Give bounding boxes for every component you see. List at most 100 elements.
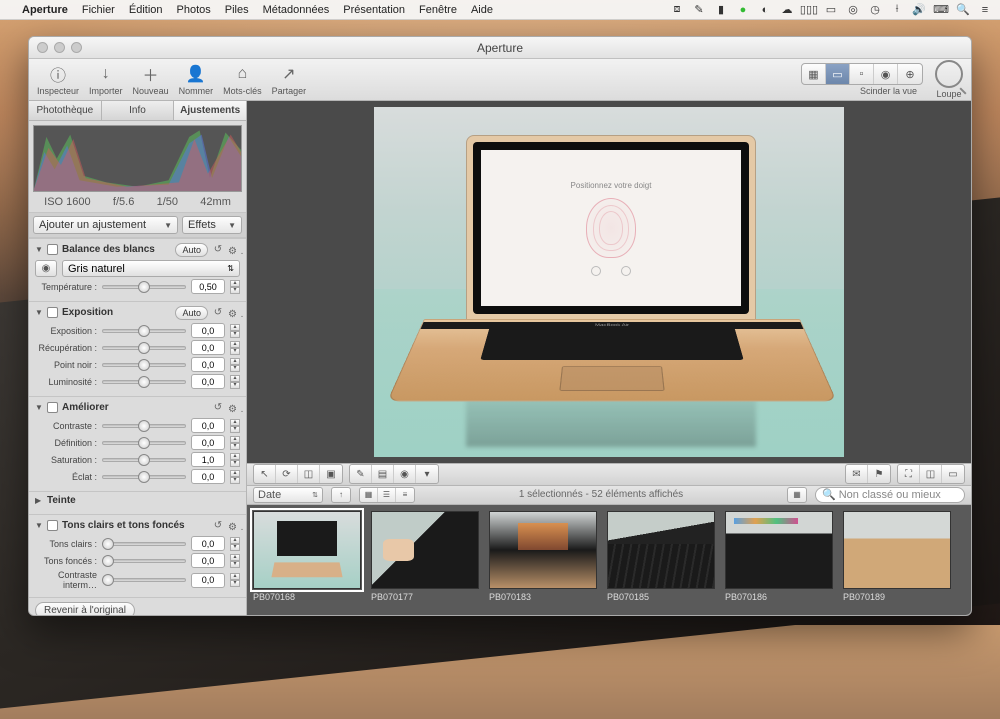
gear-icon[interactable]: ⚙︎﹒ (228, 242, 240, 257)
menu-metadata[interactable]: Métadonnées (263, 4, 330, 16)
slider-value[interactable]: 0,0 (191, 469, 225, 484)
loupe-button[interactable] (935, 60, 963, 88)
crop-tool-icon[interactable]: ▣ (320, 465, 342, 483)
slider[interactable] (102, 329, 186, 333)
slider[interactable] (102, 559, 186, 563)
thumbnail-cell[interactable]: PB070183 (489, 511, 597, 609)
reset-icon[interactable]: ↺ (212, 307, 224, 318)
tool-seg-right1[interactable]: ✉︎ ⚑ (845, 464, 891, 484)
thumbnail-cell[interactable]: PB070189 (843, 511, 951, 609)
stepper[interactable]: ▴▾ (230, 554, 240, 568)
redeye-tool-icon[interactable]: ▤ (372, 465, 394, 483)
slider[interactable] (102, 441, 186, 445)
reset-icon[interactable]: ↺ (212, 244, 224, 255)
bars-icon[interactable]: ▯▯▯ (802, 3, 816, 17)
slider-value[interactable]: 0,0 (191, 323, 225, 338)
stepper[interactable]: ▴▾ (230, 280, 240, 294)
clock-icon[interactable]: ◷ (868, 3, 882, 17)
sort-popup[interactable]: Date⇅ (253, 487, 323, 503)
view-globe-icon[interactable]: ⊕ (898, 64, 922, 84)
view-mode-segmented[interactable]: ▦ ▭ ▫ ◉ ⊕ (801, 63, 923, 85)
close-button[interactable] (37, 42, 48, 53)
pencil-icon[interactable]: ✎ (692, 3, 706, 17)
minimize-button[interactable] (54, 42, 65, 53)
dot-green-icon[interactable]: ● (736, 3, 750, 17)
gear-icon[interactable]: ⚙︎﹒ (228, 305, 240, 320)
stepper[interactable]: ▴▾ (230, 358, 240, 372)
slider[interactable] (102, 346, 186, 350)
sort-direction[interactable]: ↑ (331, 487, 351, 503)
panel-enable-checkbox[interactable] (47, 520, 58, 531)
battery-icon[interactable]: ▮ (714, 3, 728, 17)
sync-icon[interactable]: ◐ (758, 3, 772, 17)
thumbnail-image[interactable] (489, 511, 597, 589)
stepper[interactable]: ▴▾ (230, 537, 240, 551)
notification-icon[interactable]: ≡ (978, 3, 992, 17)
thumbnail-image[interactable] (253, 511, 361, 589)
retouch-tool-icon[interactable]: ◉ (394, 465, 416, 483)
tab-adjustments[interactable]: Ajustements (174, 101, 246, 120)
spotlight-icon[interactable]: 🔍 (956, 3, 970, 17)
straighten-tool-icon[interactable]: ◫ (298, 465, 320, 483)
menu-help[interactable]: Aide (471, 4, 493, 16)
temperature-value[interactable]: 0,50 (191, 279, 225, 294)
slider-value[interactable]: 0,0 (191, 374, 225, 389)
photo-viewer[interactable]: Positionnez votre doigt MacBook Air (247, 101, 971, 463)
import-button[interactable]: ↓Importer (89, 63, 123, 96)
disclosure-icon[interactable]: ▼ (35, 521, 43, 530)
temperature-slider[interactable] (102, 285, 186, 289)
thumbnail-image[interactable] (843, 511, 951, 589)
rating-filter-button[interactable]: ▦ (787, 487, 807, 503)
input-icon[interactable]: ⌨︎ (934, 3, 948, 17)
disclosure-icon[interactable]: ▼ (35, 403, 43, 412)
panel-enable-checkbox[interactable] (47, 244, 58, 255)
disclosure-icon[interactable]: ▼ (35, 245, 43, 254)
rotate-tool-icon[interactable]: ⟳ (276, 465, 298, 483)
thumbnail-image[interactable] (725, 511, 833, 589)
keywords-button[interactable]: ⌂Mots-clés (223, 63, 262, 96)
new-button[interactable]: ＋Nouveau (133, 63, 169, 96)
slider-value[interactable]: 0,0 (191, 357, 225, 372)
brush-tool-icon[interactable]: ✎ (350, 465, 372, 483)
slider-value[interactable]: 0,0 (191, 553, 225, 568)
slider[interactable] (102, 475, 186, 479)
add-adjustment-popup[interactable]: Ajouter un ajustement▼ (33, 216, 178, 234)
tab-library[interactable]: Photothèque (29, 101, 102, 120)
wifi-icon[interactable]: ⟊ (890, 3, 904, 17)
tool-seg-right2[interactable]: ⛶ ◫ ▭ (897, 464, 965, 484)
thumbnail-cell[interactable]: PB070168 (253, 511, 361, 609)
tab-info[interactable]: Info (102, 101, 175, 120)
panel-enable-checkbox[interactable] (47, 307, 58, 318)
menu-window[interactable]: Fenêtre (419, 4, 457, 16)
email-icon[interactable]: ✉︎ (846, 465, 868, 483)
slider[interactable] (102, 363, 186, 367)
thumbnail-cell[interactable]: PB070186 (725, 511, 833, 609)
primary-icon[interactable]: ▭ (942, 465, 964, 483)
menu-edit[interactable]: Édition (129, 4, 163, 16)
view-split-icon[interactable]: ▭ (826, 64, 850, 84)
thumbnail-cell[interactable]: PB070185 (607, 511, 715, 609)
slider-value[interactable]: 0,0 (191, 340, 225, 355)
auto-button[interactable]: Auto (175, 306, 208, 320)
volume-icon[interactable]: 🔊 (912, 3, 926, 17)
thumbnail-browser[interactable]: PB070168 PB070177 PB070183 PB070185 PB07… (247, 505, 971, 615)
thumbnail-image[interactable] (371, 511, 479, 589)
stepper[interactable]: ▴▾ (230, 341, 240, 355)
revert-button[interactable]: Revenir à l'original (35, 602, 135, 615)
menu-file[interactable]: Fichier (82, 4, 115, 16)
filter-search[interactable]: 🔍 Non classé ou mieux (815, 487, 965, 503)
reset-icon[interactable]: ↺ (212, 402, 224, 413)
view-user-icon[interactable]: ◉ (874, 64, 898, 84)
thumbnail-image[interactable] (607, 511, 715, 589)
browser-layout-seg[interactable]: ▦☰≡ (359, 487, 415, 503)
panel-enable-checkbox[interactable] (47, 402, 58, 413)
window-titlebar[interactable]: Aperture (29, 37, 971, 59)
stepper[interactable]: ▴▾ (230, 573, 240, 587)
dropbox-icon[interactable]: ⧈ (670, 3, 684, 17)
slider-value[interactable]: 0,0 (191, 573, 225, 588)
flag-icon[interactable]: ⚑ (868, 465, 890, 483)
gear-icon[interactable]: ⚙︎﹒ (228, 400, 240, 415)
stepper[interactable]: ▴▾ (230, 453, 240, 467)
eyedropper-button[interactable]: ◉ (35, 260, 57, 277)
menu-view[interactable]: Présentation (343, 4, 405, 16)
